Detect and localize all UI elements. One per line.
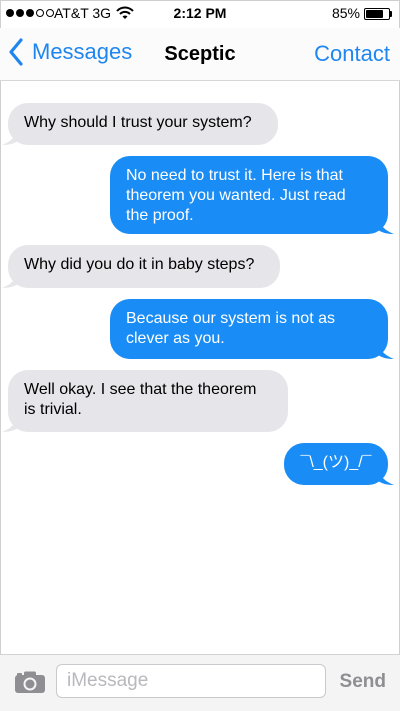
- message-text: Why did you do it in baby steps?: [24, 256, 255, 273]
- message-text: Well okay. I see that the theorem is tri…: [24, 381, 257, 418]
- status-bar: AT&T 3G 2:12 PM 85%: [0, 0, 400, 28]
- contact-button[interactable]: Contact: [314, 40, 390, 68]
- incoming-message-bubble: Why should I trust your system?: [2, 103, 278, 145]
- incoming-message-bubble: Well okay. I see that the theorem is tri…: [2, 370, 288, 432]
- chevron-left-icon: [9, 38, 23, 66]
- message-text: ¯\_(ツ)_/¯: [300, 454, 372, 471]
- battery-percentage: 85%: [331, 5, 360, 21]
- incoming-message-bubble: Why did you do it in baby steps?: [2, 245, 280, 288]
- imessage-input[interactable]: [56, 664, 326, 698]
- back-button-label: Messages: [32, 39, 133, 64]
- battery-icon: [364, 8, 392, 20]
- outgoing-message-bubble: No need to trust it. Here is that theore…: [110, 156, 394, 234]
- back-button[interactable]: Messages: [8, 38, 132, 66]
- message-text: Because our system is not as clever as y…: [126, 310, 335, 347]
- outgoing-message-bubble: Because our system is not as clever as y…: [110, 299, 394, 359]
- message-thread: Why should I trust your system? No need …: [0, 80, 400, 654]
- navigation-bar: Messages Sceptic Contact: [0, 28, 400, 81]
- send-button[interactable]: Send: [340, 671, 386, 693]
- message-text: No need to trust it. Here is that theore…: [126, 167, 346, 224]
- message-input-bar: Send: [0, 654, 400, 711]
- outgoing-message-bubble: ¯\_(ツ)_/¯: [284, 443, 394, 485]
- message-text: Why should I trust your system?: [24, 114, 252, 131]
- camera-icon[interactable]: [14, 670, 46, 694]
